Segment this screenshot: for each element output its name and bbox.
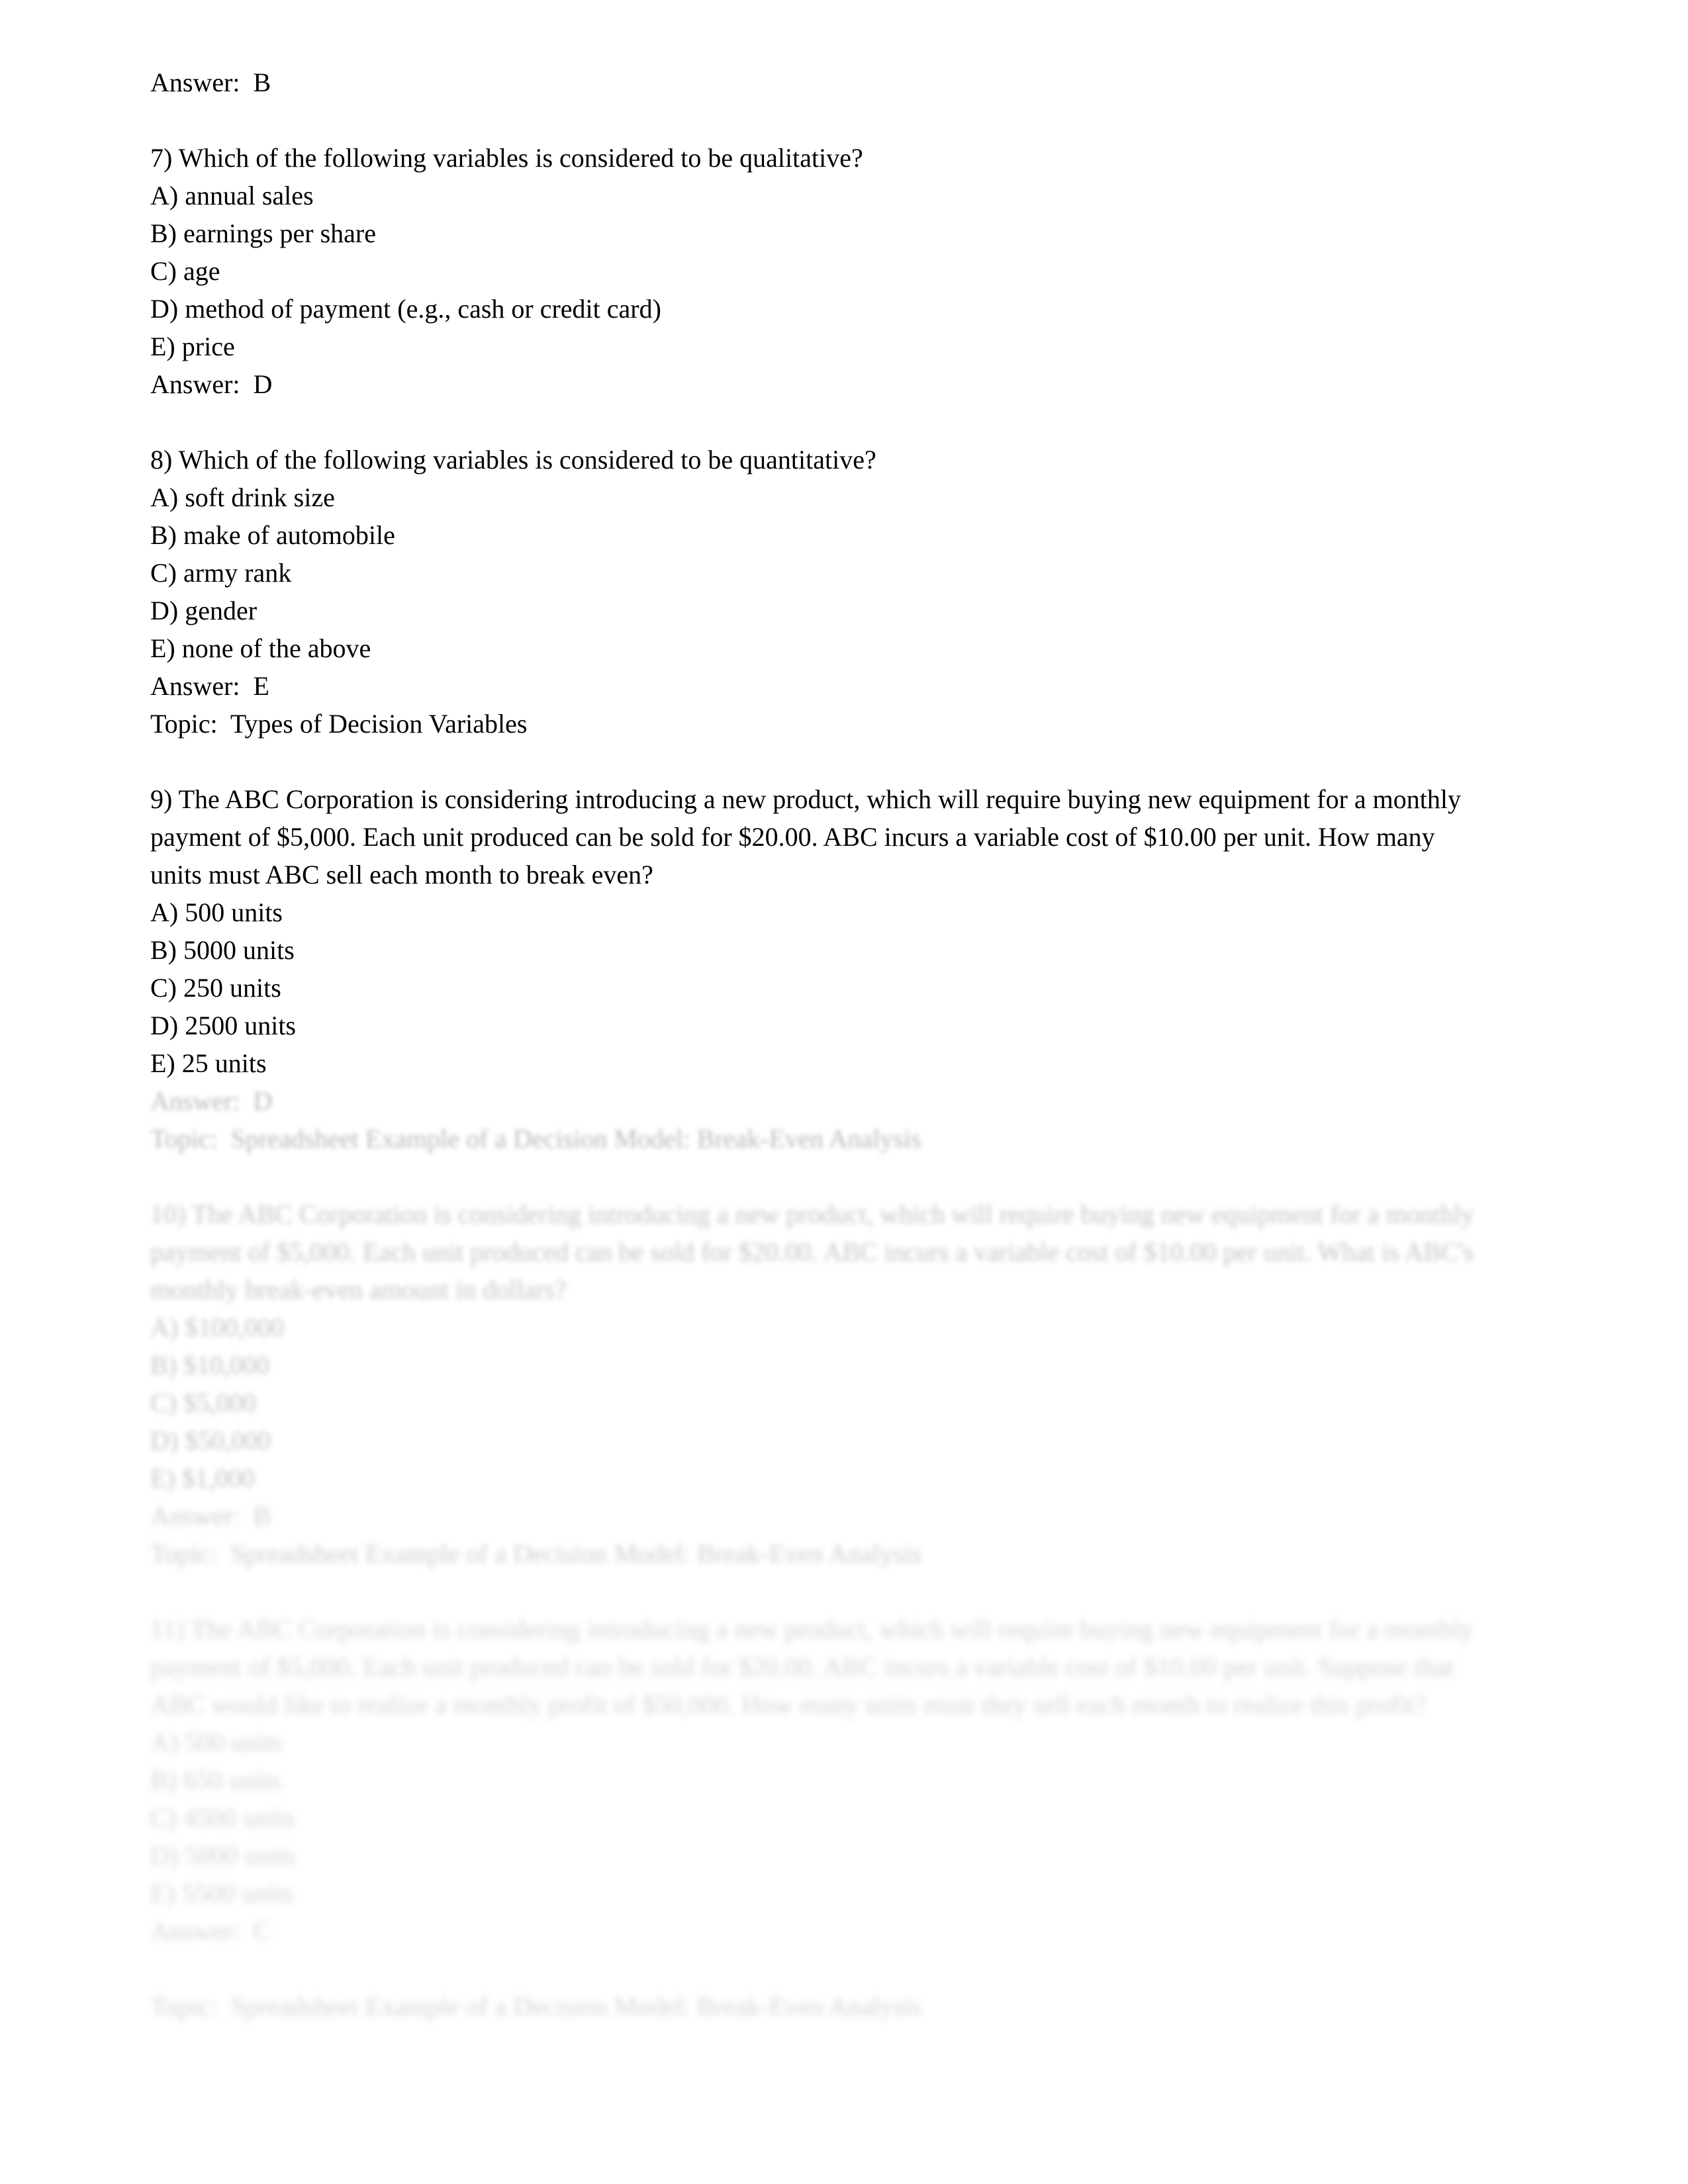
topic-line-q8: Topic: Types of Decision Variables: [150, 709, 528, 739]
question-option-q11-a: A) 500 units: [150, 1727, 283, 1757]
answer-line-q6: Answer: B: [150, 68, 271, 97]
question-stem-q7: 7) Which of the following variables is c…: [150, 143, 863, 173]
question-option-q8-e: E) none of the above: [150, 633, 371, 663]
question-option-q11-b: B) 650 units: [150, 1765, 281, 1795]
question-option-q9-e: E) 25 units: [150, 1048, 267, 1078]
question-option-q9-d: D) 2500 units: [150, 1011, 296, 1040]
answer-line-q8: Answer: E: [150, 671, 269, 701]
question-option-q8-b: B) make of automobile: [150, 520, 395, 550]
topic-line-q10: Topic: Spreadsheet Example of a Decision…: [150, 1539, 921, 1569]
answer-line-q11: Answer: C: [150, 1916, 271, 1946]
question-stem-q8: 8) Which of the following variables is c…: [150, 445, 876, 475]
question-option-q9-b: B) 5000 units: [150, 935, 295, 965]
question-stem-q11: 11) The ABC Corporation is considering i…: [150, 1614, 1474, 1719]
question-option-q10-d: D) $50,000: [150, 1426, 271, 1455]
question-option-q10-a: A) $100,000: [150, 1312, 285, 1342]
question-option-q7-c: C) age: [150, 256, 220, 286]
question-option-q7-d: D) method of payment (e.g., cash or cred…: [150, 294, 661, 324]
question-option-q10-e: E) $1,000: [150, 1463, 255, 1493]
answer-line-q10: Answer: B: [150, 1501, 271, 1531]
question-stem-q9: 9) The ABC Corporation is considering in…: [150, 784, 1461, 889]
question-option-q8-c: C) army rank: [150, 558, 292, 588]
question-option-q11-d: D) 5000 units: [150, 1841, 296, 1870]
question-stem-q10: 10) The ABC Corporation is considering i…: [150, 1199, 1474, 1304]
topic-line-q9: Topic: Spreadsheet Example of a Decision…: [150, 1124, 921, 1154]
question-option-q7-a: A) annual sales: [150, 181, 314, 210]
document-body: Answer: B 7) Which of the following vari…: [150, 64, 1489, 2025]
question-option-q11-e: E) 5500 units: [150, 1878, 293, 1908]
answer-line-q9: Answer: D: [150, 1086, 273, 1116]
question-option-q10-c: C) $5,000: [150, 1388, 256, 1418]
question-option-q9-c: C) 250 units: [150, 973, 281, 1003]
question-option-q7-e: E) price: [150, 332, 235, 361]
question-option-q10-b: B) $10,000: [150, 1350, 269, 1380]
question-option-q8-d: D) gender: [150, 596, 258, 625]
answer-line-q7: Answer: D: [150, 369, 273, 399]
question-option-q8-a: A) soft drink size: [150, 482, 335, 512]
question-option-q7-b: B) earnings per share: [150, 218, 376, 248]
question-option-q11-c: C) 4500 units: [150, 1803, 295, 1833]
topic-line-q11: Topic: Spreadsheet Example of a Decision…: [150, 1991, 921, 2021]
question-option-q9-a: A) 500 units: [150, 897, 283, 927]
document-page: Answer: B 7) Which of the following vari…: [0, 0, 1688, 2184]
